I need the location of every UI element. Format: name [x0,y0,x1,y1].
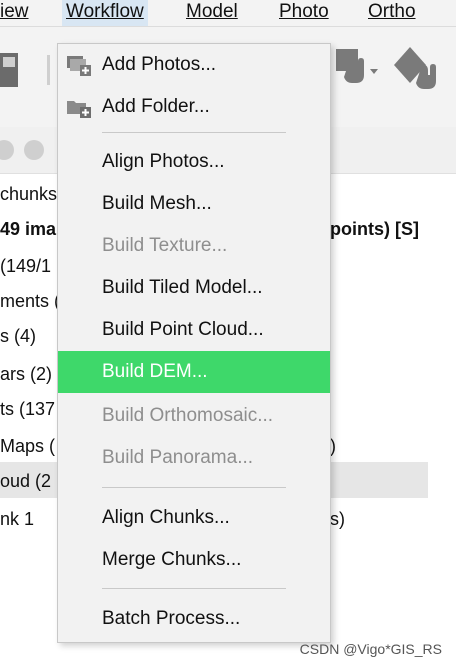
tree-item[interactable]: Maps ( [0,436,55,457]
tree-item[interactable]: nk 1 [0,509,34,530]
menu-item-add-folder[interactable]: Add Folder... [58,86,330,128]
tree-item[interactable]: ts (137 [0,399,55,420]
menu-separator [102,588,286,589]
menu-item-label: Build Panorama... [102,447,254,468]
tree-item[interactable]: (149/1 [0,256,51,277]
tree-item[interactable]: s (4) [0,326,36,347]
menu-view[interactable]: iew [0,0,29,26]
menu-item-label: Batch Process... [102,608,241,629]
menu-separator [102,487,286,488]
menu-item-label: Build Tiled Model... [102,277,263,298]
menu-item-build-tiled-model[interactable]: Build Tiled Model... [58,267,330,309]
selection-tool-icon[interactable] [390,41,456,97]
menu-item-batch-process[interactable]: Batch Process... [58,598,330,640]
tree-item[interactable]: chunks [0,184,57,205]
workflow-menu: Add Photos... Add Folder... Align Photos… [57,43,331,643]
menu-item-label: Build DEM... [102,361,208,382]
tree-item[interactable]: ments ( [0,291,60,312]
menu-item-build-orthomosaic: Build Orthomosaic... [58,395,330,437]
menu-item-label: Add Folder... [102,96,210,117]
panel-button-icon[interactable] [0,140,14,160]
tree-item[interactable]: ars (2) [0,364,52,385]
menu-item-merge-chunks[interactable]: Merge Chunks... [58,539,330,581]
menu-item-label: Build Point Cloud... [102,319,264,340]
panel-minimize-icon[interactable] [24,140,44,160]
menu-item-build-panorama: Build Panorama... [58,437,330,479]
menu-item-label: Build Mesh... [102,193,212,214]
navigation-tool-icon[interactable] [330,43,382,97]
menu-workflow[interactable]: Workflow [62,0,148,26]
menu-item-label: Align Photos... [102,151,225,172]
tree-item[interactable]: oud (2 [0,471,51,492]
menu-item-build-dem[interactable]: Build DEM... [58,351,330,393]
menu-item-add-photos[interactable]: Add Photos... [58,44,330,86]
menu-item-label: Build Texture... [102,235,228,256]
menu-photo[interactable]: Photo [279,0,329,26]
menu-separator [102,132,286,133]
tree-item: points) [S] [330,219,419,239]
menu-item-align-chunks[interactable]: Align Chunks... [58,497,330,539]
menu-ortho[interactable]: Ortho [368,0,416,26]
menu-model[interactable]: Model [186,0,238,26]
add-folder-icon [67,101,91,118]
tree-item[interactable]: 49 ima [0,219,56,240]
toolbar-separator-icon [47,55,50,85]
watermark-text: CSDN @Vigo*GIS_RS [299,641,442,657]
menu-item-label: Build Orthomosaic... [102,405,274,426]
menu-item-build-mesh[interactable]: Build Mesh... [58,183,330,225]
menu-item-build-texture: Build Texture... [58,225,330,267]
menu-item-label: Add Photos... [102,54,217,75]
menu-item-label: Merge Chunks... [102,549,242,570]
menu-item-align-photos[interactable]: Align Photos... [58,141,330,183]
tree-item: s) [330,509,345,529]
menu-item-build-point-cloud[interactable]: Build Point Cloud... [58,309,330,351]
menu-item-label: Align Chunks... [102,507,230,528]
save-icon[interactable] [0,49,22,91]
menu-bar: iew Workflow Model Photo Ortho [0,0,456,27]
add-photos-icon [67,56,91,76]
